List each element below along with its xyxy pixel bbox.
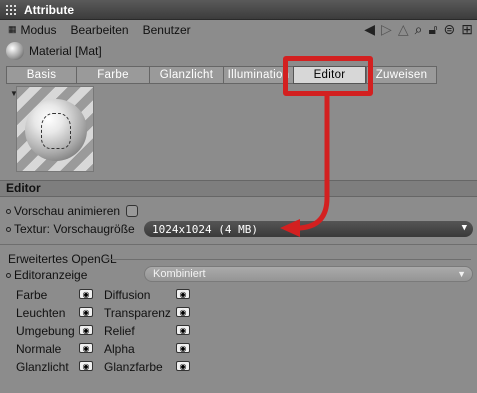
menu-benutzer[interactable]: Benutzer <box>143 23 191 37</box>
channel-row: Alpha <box>104 342 135 356</box>
menu-bearbeiten[interactable]: Bearbeiten <box>71 23 129 37</box>
texture-size-dropdown[interactable]: 1024x1024 (4 MB) ▼ <box>144 221 473 237</box>
eye-icon[interactable]: ◉ <box>176 307 190 317</box>
chevron-down-icon: ▼ <box>457 269 466 279</box>
window-titlebar: Attribute <box>0 0 477 20</box>
channel-label: Glanzlicht <box>16 360 69 374</box>
tab-zuweisen[interactable]: Zuweisen <box>366 66 437 84</box>
editor-display-dropdown[interactable]: Kombiniert ▼ <box>144 266 473 282</box>
channel-label: Glanzfarbe <box>104 360 163 374</box>
prop-label: Vorschau animieren <box>14 204 121 218</box>
tab-glanzlicht[interactable]: Glanzlicht <box>149 66 223 84</box>
eye-icon[interactable]: ◉ <box>176 325 190 335</box>
prop-animate-preview: Vorschau animieren <box>6 204 139 218</box>
animate-keyframe-dot-icon[interactable] <box>6 208 11 214</box>
eye-icon[interactable]: ◉ <box>79 289 93 299</box>
menu-modus[interactable]: ▦ Modus <box>8 23 57 37</box>
divider <box>106 259 471 260</box>
grid-icon: ▦ <box>8 24 17 34</box>
divider <box>0 244 477 245</box>
channel-label: Leuchten <box>16 306 66 320</box>
animate-keyframe-dot-icon[interactable] <box>6 226 11 232</box>
settings-icon[interactable]: ⊜ <box>444 21 456 37</box>
add-icon[interactable]: ⊞ <box>461 21 473 37</box>
eye-icon[interactable]: ◉ <box>79 325 93 335</box>
animate-keyframe-dot-icon[interactable] <box>6 272 11 278</box>
eye-icon[interactable]: ◉ <box>176 361 190 371</box>
forward-arrow-icon[interactable]: ▷ <box>381 21 392 37</box>
prop-texture-preview-size: Textur: Vorschaugröße <box>6 222 135 236</box>
group-title-opengl: Erweitertes OpenGL <box>8 252 117 266</box>
channel-label: Umgebung <box>16 324 75 338</box>
material-label: Material [Mat] <box>29 44 102 58</box>
channel-label: Normale <box>16 342 62 356</box>
up-arrow-icon[interactable]: △ <box>398 21 409 37</box>
grip-icon[interactable] <box>6 4 16 15</box>
back-arrow-icon[interactable]: ◀ <box>364 21 375 37</box>
material-sphere-icon <box>6 42 24 60</box>
prop-label: Textur: Vorschaugröße <box>14 222 135 236</box>
lock-icon[interactable]: 🔓︎ <box>428 21 437 37</box>
annotation-highlight-box <box>283 56 373 96</box>
channel-label: Diffusion <box>104 288 151 302</box>
search-icon[interactable]: ⌕ <box>415 21 423 37</box>
tab-basis[interactable]: Basis <box>6 66 76 84</box>
dropdown-value: Kombiniert <box>153 268 206 280</box>
preview-sphere <box>25 99 87 161</box>
channel-row: Glanzlicht <box>16 360 69 374</box>
channel-row: Diffusion <box>104 288 150 302</box>
channel-row: Leuchten <box>16 306 65 320</box>
section-header-editor: Editor <box>0 180 477 197</box>
toolbar-icons: ◀ ▷ △ ⌕ 🔓︎ ⊜ ⊞ <box>364 21 473 37</box>
animate-preview-checkbox[interactable] <box>126 205 139 217</box>
channel-row: Glanzfarbe <box>104 360 163 374</box>
channel-label: Alpha <box>104 342 135 356</box>
channel-label: Relief <box>104 324 135 338</box>
channel-row: Transparenz <box>104 306 171 320</box>
channel-row: Umgebung <box>16 324 75 338</box>
channel-label: Farbe <box>16 288 48 302</box>
window-title: Attribute <box>24 2 74 17</box>
prop-editor-display: Editoranzeige <box>6 268 87 282</box>
tab-farbe[interactable]: Farbe <box>76 66 149 84</box>
eye-icon[interactable]: ◉ <box>79 307 93 317</box>
channel-label: Transparenz <box>104 306 171 320</box>
eye-icon[interactable]: ◉ <box>176 343 190 353</box>
channel-row: Relief <box>104 324 135 338</box>
prop-label: Editoranzeige <box>14 268 88 282</box>
eye-icon[interactable]: ◉ <box>176 289 190 299</box>
channel-row: Farbe <box>16 288 47 302</box>
dropdown-value: 1024x1024 (4 MB) <box>152 222 258 236</box>
channel-row: Normale <box>16 342 61 356</box>
material-preview <box>16 86 94 172</box>
chevron-down-icon: ▼ <box>461 223 467 233</box>
eye-icon[interactable]: ◉ <box>79 343 93 353</box>
eye-icon[interactable]: ◉ <box>79 361 93 371</box>
menubar: ▦ Modus Bearbeiten Benutzer ◀ ▷ △ ⌕ 🔓︎ ⊜ … <box>0 20 477 39</box>
material-row: Material [Mat] <box>6 42 102 60</box>
